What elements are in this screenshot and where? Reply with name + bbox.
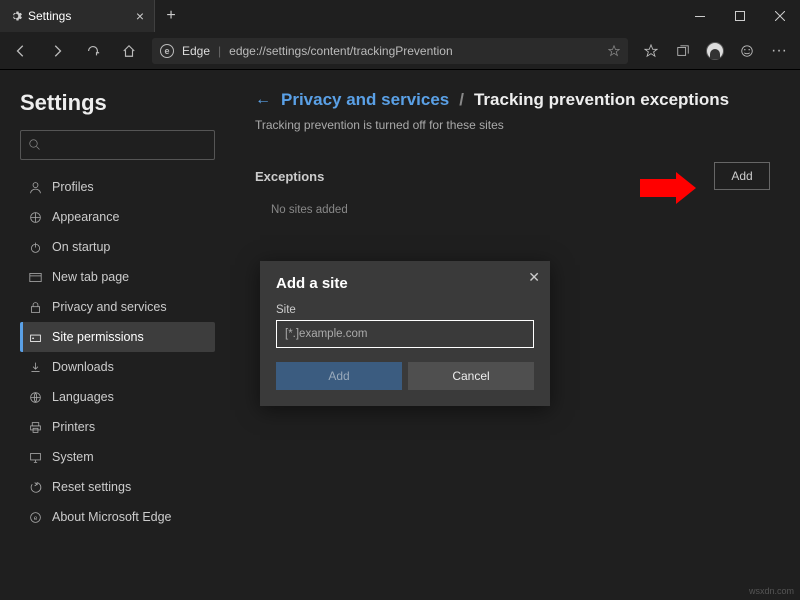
watermark: wsxdn.com bbox=[749, 586, 794, 596]
sidebar: Settings Profiles Appearance On startup … bbox=[0, 70, 225, 600]
collections-button[interactable] bbox=[670, 38, 696, 64]
appearance-icon bbox=[28, 211, 42, 224]
feedback-button[interactable] bbox=[734, 38, 760, 64]
permissions-icon bbox=[28, 331, 42, 344]
refresh-button[interactable] bbox=[80, 38, 106, 64]
tab-icon bbox=[28, 271, 42, 284]
gear-icon bbox=[10, 10, 22, 22]
printer-icon bbox=[28, 421, 42, 434]
back-button[interactable] bbox=[8, 38, 34, 64]
edge-icon: e bbox=[160, 44, 174, 58]
nav-newtab[interactable]: New tab page bbox=[20, 262, 215, 292]
nav-profiles[interactable]: Profiles bbox=[20, 172, 215, 202]
dialog-add-button[interactable]: Add bbox=[276, 362, 402, 390]
dialog-close-icon[interactable]: ✕ bbox=[528, 269, 540, 286]
page-subtitle: Tracking prevention is turned off for th… bbox=[255, 118, 770, 132]
forward-button[interactable] bbox=[44, 38, 70, 64]
system-icon bbox=[28, 451, 42, 464]
page-title: Tracking prevention exceptions bbox=[474, 90, 729, 110]
favorites-button[interactable] bbox=[638, 38, 664, 64]
reset-icon bbox=[28, 481, 42, 494]
download-icon bbox=[28, 361, 42, 374]
nav-appearance[interactable]: Appearance bbox=[20, 202, 215, 232]
breadcrumb-link[interactable]: Privacy and services bbox=[281, 90, 449, 110]
toolbar: e Edge | edge://settings/content/trackin… bbox=[0, 32, 800, 70]
section-title: Exceptions bbox=[255, 169, 324, 184]
nav-reset[interactable]: Reset settings bbox=[20, 472, 215, 502]
home-button[interactable] bbox=[116, 38, 142, 64]
nav-startup[interactable]: On startup bbox=[20, 232, 215, 262]
new-tab-button[interactable]: + bbox=[155, 0, 187, 32]
search-input[interactable] bbox=[20, 130, 215, 160]
add-button[interactable]: Add bbox=[714, 162, 770, 190]
settings-nav: Profiles Appearance On startup New tab p… bbox=[20, 172, 215, 532]
dialog-field-label: Site bbox=[276, 304, 534, 316]
minimize-button[interactable] bbox=[680, 0, 720, 32]
reader-icon[interactable] bbox=[608, 45, 620, 57]
svg-text:e: e bbox=[33, 514, 37, 521]
edge-about-icon: e bbox=[28, 511, 42, 524]
back-arrow-icon[interactable]: ← bbox=[255, 91, 271, 109]
language-icon bbox=[28, 391, 42, 404]
dialog-cancel-button[interactable]: Cancel bbox=[408, 362, 534, 390]
maximize-button[interactable] bbox=[720, 0, 760, 32]
tab-title: Settings bbox=[28, 9, 71, 23]
address-url: edge://settings/content/trackingPreventi… bbox=[229, 44, 452, 58]
menu-button[interactable]: ··· bbox=[766, 38, 792, 64]
annotation-arrow bbox=[640, 172, 696, 204]
nav-system[interactable]: System bbox=[20, 442, 215, 472]
tab-close-icon[interactable]: × bbox=[136, 8, 144, 24]
address-separator: | bbox=[218, 44, 221, 58]
profile-icon bbox=[28, 181, 42, 194]
site-input[interactable] bbox=[276, 320, 534, 348]
breadcrumb: ← Privacy and services / Tracking preven… bbox=[255, 90, 770, 110]
nav-downloads[interactable]: Downloads bbox=[20, 352, 215, 382]
dialog-title: Add a site bbox=[276, 275, 534, 292]
address-bar[interactable]: e Edge | edge://settings/content/trackin… bbox=[152, 38, 628, 64]
browser-tab[interactable]: Settings × bbox=[0, 0, 155, 32]
nav-languages[interactable]: Languages bbox=[20, 382, 215, 412]
nav-site-permissions[interactable]: Site permissions bbox=[20, 322, 215, 352]
power-icon bbox=[28, 241, 42, 254]
nav-privacy[interactable]: Privacy and services bbox=[20, 292, 215, 322]
add-site-dialog: ✕ Add a site Site Add Cancel bbox=[260, 261, 550, 406]
profile-button[interactable] bbox=[702, 38, 728, 64]
nav-about[interactable]: eAbout Microsoft Edge bbox=[20, 502, 215, 532]
breadcrumb-sep: / bbox=[459, 90, 464, 110]
lock-icon bbox=[28, 301, 42, 314]
settings-heading: Settings bbox=[20, 90, 215, 116]
close-window-button[interactable] bbox=[760, 0, 800, 32]
nav-printers[interactable]: Printers bbox=[20, 412, 215, 442]
address-app: Edge bbox=[182, 44, 210, 58]
titlebar: Settings × + bbox=[0, 0, 800, 32]
window-controls bbox=[680, 0, 800, 32]
search-icon bbox=[29, 139, 41, 151]
